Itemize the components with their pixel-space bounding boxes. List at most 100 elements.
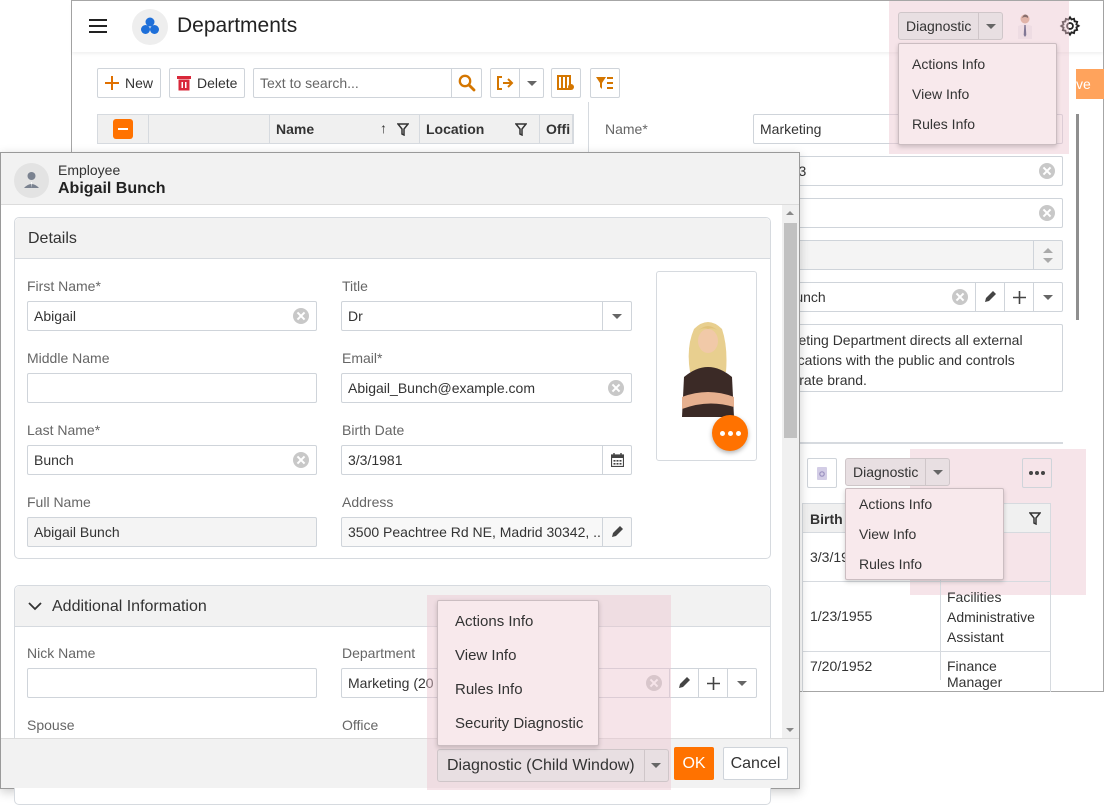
address-label: Address [342,494,394,510]
menu-item-actions-info[interactable]: Actions Info [438,605,598,639]
search-icon [458,74,475,92]
trash-icon [177,76,191,91]
clear-icon[interactable] [293,308,309,324]
dialog-title: Abigail Bunch [58,180,166,197]
menu-item-actions-info[interactable]: Actions Info [899,49,1056,79]
spouse-label: Spouse [27,717,75,733]
calendar-icon[interactable] [602,446,631,474]
employee-photo-image [682,322,734,417]
detail-field-3[interactable] [772,198,1063,228]
middle-name-field[interactable] [27,373,317,403]
email-field[interactable]: Abigail_Bunch@example.com [341,373,632,403]
more-actions-button[interactable] [1022,458,1052,488]
address-field[interactable]: 3500 Peachtree Rd NE, Madrid 30342, ... [341,517,632,547]
chevron-down-icon [28,601,42,610]
edit-pencil-icon[interactable] [669,669,698,697]
filter-icon[interactable] [1029,512,1041,525]
photo-actions-button[interactable] [712,415,748,451]
clipboard-search-icon [817,467,827,480]
page-title: Departments [177,14,298,37]
spin-buttons[interactable] [1033,241,1062,269]
column-chooser-button[interactable] [551,68,581,98]
description-textarea[interactable]: arketing Department directs all external… [772,324,1063,392]
clear-icon[interactable] [293,452,309,468]
new-button-label: New [125,75,154,91]
employee-photo[interactable] [656,271,757,461]
detail-scrollbar[interactable] [1076,114,1079,320]
dialog-footer: OK Cancel [1,738,799,788]
add-plus-icon[interactable] [1004,283,1033,311]
menu-item-rules-info[interactable]: Rules Info [846,549,1003,579]
clear-icon[interactable] [952,289,968,305]
detail-field-2[interactable]: ng 3 [772,156,1063,186]
menu-item-actions-info[interactable]: Actions Info [846,489,1003,519]
manager-lookup[interactable]: l Bunch [772,282,1063,312]
header-diagnostic-button[interactable]: Diagnostic [898,12,1004,40]
nick-name-label: Nick Name [27,645,96,661]
birth-date-field[interactable]: 3/3/1981 [341,445,632,475]
table-row[interactable]: 7/20/1952 Finance Manager [803,652,1050,690]
nick-name-field[interactable] [27,668,317,698]
grid-column-name[interactable]: Name ↑ [270,115,420,143]
birth-date-label: Birth Date [342,422,405,438]
new-button[interactable]: New [97,68,162,98]
full-name-label: Full Name [27,494,91,510]
detail-spin-field[interactable] [772,240,1063,270]
menu-item-rules-info[interactable]: Rules Info [899,109,1056,139]
menu-item-rules-info[interactable]: Rules Info [438,673,598,707]
chevron-down-icon[interactable] [978,13,1002,39]
add-plus-icon[interactable] [698,669,727,697]
filter-builder-icon [596,77,613,89]
edit-pencil-icon[interactable] [975,283,1004,311]
chevron-down-icon[interactable] [643,750,668,781]
link-button[interactable] [807,458,837,488]
table-row[interactable]: 1/23/1955 Facilities Administrative Assi… [803,582,1050,652]
grid-column-office[interactable]: Offi [540,115,573,143]
grid-column-blank [149,115,270,143]
menu-item-view-info[interactable]: View Info [899,79,1056,109]
hamburger-menu-icon[interactable] [89,19,107,33]
employee-dialog: Employee Abigail Bunch Details First Nam… [0,152,800,805]
last-name-label: Last Name* [27,422,101,438]
menu-item-view-info[interactable]: View Info [846,519,1003,549]
dialog-object-type: Employee [58,162,121,178]
chevron-down-icon[interactable] [925,459,949,485]
sort-ascending-icon: ↑ [380,120,387,136]
child-diagnostic-menu: Actions Info View Info Rules Info Securi… [437,600,599,746]
delete-button[interactable]: Delete [169,68,246,98]
clear-icon[interactable] [1039,163,1055,179]
filter-icon[interactable] [515,123,527,136]
first-name-field[interactable]: Abigail [27,301,317,331]
dropdown-chevron-icon[interactable] [727,669,756,697]
dialog-scrollbar[interactable] [782,205,799,738]
export-button[interactable] [490,68,544,98]
nested-diagnostic-button[interactable]: Diagnostic [845,458,951,486]
delete-button-label: Delete [197,75,238,91]
dialog-header: Employee Abigail Bunch [1,153,799,205]
dropdown-chevron-icon[interactable] [1033,283,1062,311]
edit-pencil-icon[interactable] [602,518,631,546]
title-label: Title [342,278,368,294]
export-dropdown[interactable] [519,69,543,97]
save-button[interactable]: ve [1076,69,1104,99]
menu-item-security-diagnostic[interactable]: Security Diagnostic [438,707,598,741]
search-button[interactable] [451,69,481,97]
ok-button[interactable]: OK [674,747,714,780]
first-name-label: First Name* [27,278,101,294]
child-diagnostic-button[interactable]: Diagnostic (Child Window) [437,749,669,782]
title-select[interactable]: Dr [341,301,632,331]
name-label: Name* [605,121,648,137]
cancel-button[interactable]: Cancel [723,747,788,780]
column-chooser-icon [557,75,574,90]
menu-item-view-info[interactable]: View Info [438,639,598,673]
grid-column-location[interactable]: Location [420,115,540,143]
filter-icon[interactable] [397,123,409,136]
search-input[interactable] [254,69,451,97]
clear-icon[interactable] [608,380,624,396]
search-box [253,68,482,98]
select-all-checkbox[interactable] [98,115,149,143]
chevron-down-icon[interactable] [602,302,631,330]
last-name-field[interactable]: Bunch [27,445,317,475]
clear-icon[interactable] [1039,205,1055,221]
filter-builder-button[interactable] [590,68,620,98]
